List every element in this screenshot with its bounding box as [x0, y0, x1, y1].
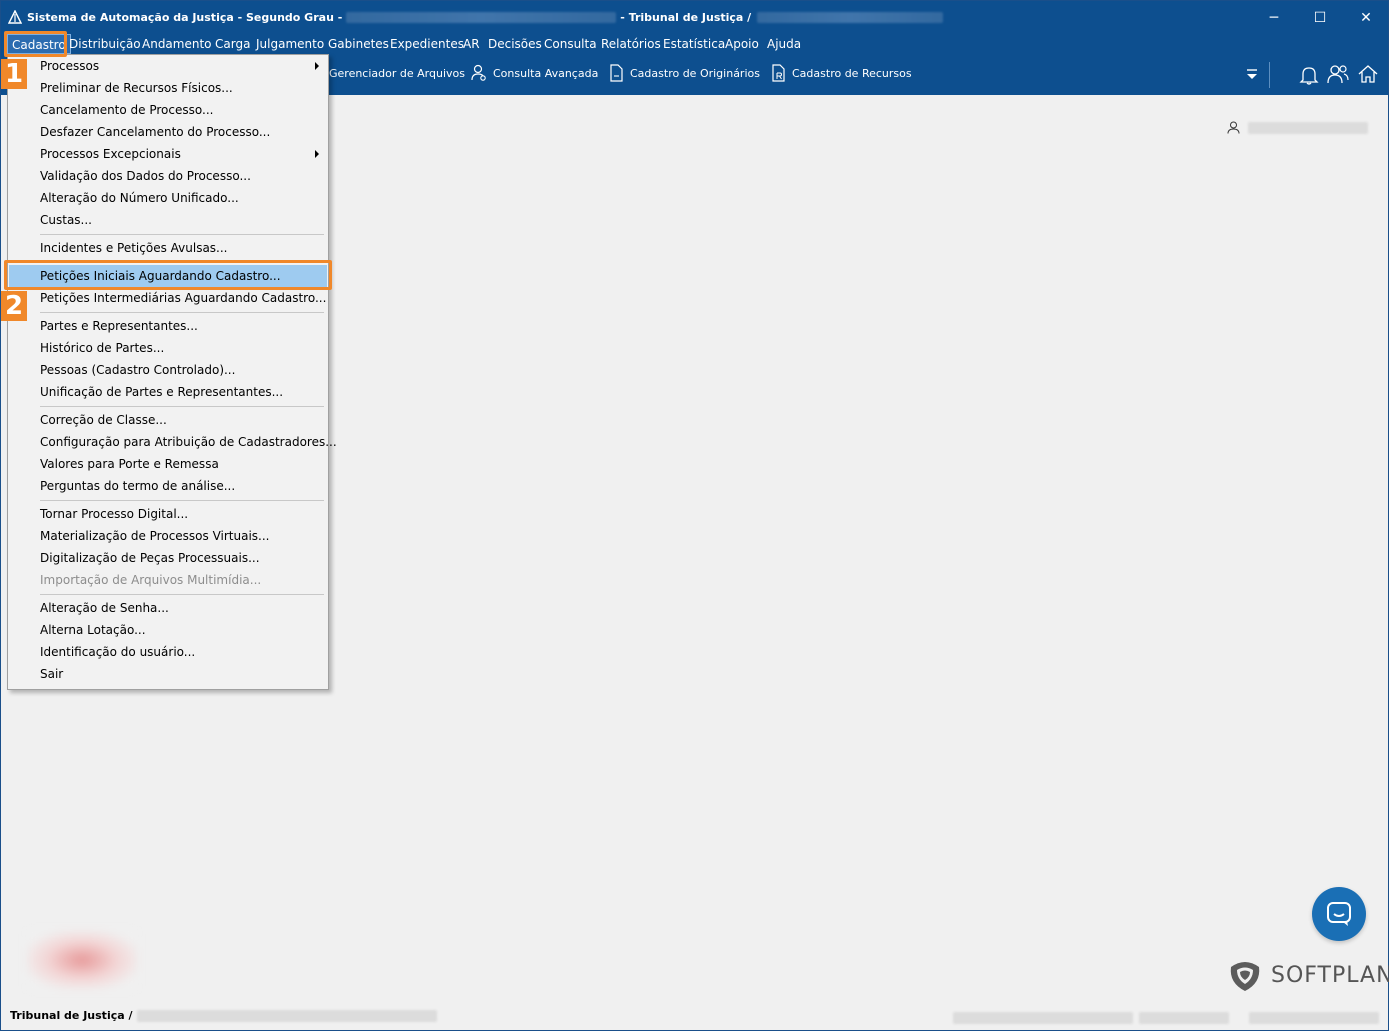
- toolbar-gerenciador-arquivos[interactable]: Gerenciador de Arquivos: [329, 67, 465, 80]
- menu-distribuicao[interactable]: Distribuição: [69, 37, 141, 51]
- toolbar-label: Cadastro de Recursos: [792, 66, 912, 80]
- menu-separator: [40, 234, 324, 235]
- menu-item-partes-representantes[interactable]: Partes e Representantes...: [9, 315, 327, 337]
- window-title-mid: - Tribunal de Justiça /: [620, 11, 752, 24]
- callout-box-1: [4, 31, 67, 57]
- menu-item-tornar-digital[interactable]: Tornar Processo Digital...: [9, 503, 327, 525]
- current-user: [1227, 121, 1368, 134]
- menu-bar: Cadastro Distribuição Andamento Carga Ju…: [1, 34, 1388, 56]
- menu-item-label: Processos Excepcionais: [40, 147, 181, 161]
- status-panel-1: [953, 1012, 1133, 1024]
- chat-button[interactable]: [1312, 887, 1366, 941]
- menu-item-peticoes-intermediarias[interactable]: Petições Intermediárias Aguardando Cadas…: [9, 287, 327, 309]
- menu-item-alterna-lotacao[interactable]: Alterna Lotação...: [9, 619, 327, 641]
- menu-separator: [40, 594, 324, 595]
- menu-ar[interactable]: AR: [463, 37, 480, 51]
- menu-expedientes[interactable]: Expedientes: [390, 37, 464, 51]
- status-bar: Tribunal de Justiça /: [1, 1006, 1388, 1030]
- client-logo: [27, 931, 137, 989]
- menu-decisoes[interactable]: Decisões: [488, 37, 542, 51]
- status-panel-3: [1249, 1012, 1379, 1024]
- redacted-title-end: [757, 12, 944, 23]
- menu-ajuda[interactable]: Ajuda: [767, 37, 801, 51]
- menu-estatistica[interactable]: Estatística: [663, 37, 725, 51]
- menu-item-unificacao-partes[interactable]: Unificação de Partes e Representantes...: [9, 381, 327, 403]
- menu-item-perguntas-termo[interactable]: Perguntas do termo de análise...: [9, 475, 327, 497]
- users-icon[interactable]: [1326, 63, 1350, 85]
- toolbar-divider: [1269, 62, 1270, 88]
- minimize-button[interactable]: ─: [1251, 1, 1297, 34]
- menu-item-materializacao[interactable]: Materialização de Processos Virtuais...: [9, 525, 327, 547]
- softplan-logo: SOFTPLAN: [1227, 957, 1389, 993]
- menu-item-sair[interactable]: Sair: [9, 663, 327, 685]
- submenu-arrow-icon: [315, 150, 319, 158]
- menu-item-label: Processos: [40, 59, 100, 73]
- menu-item-pessoas[interactable]: Pessoas (Cadastro Controlado)...: [9, 359, 327, 381]
- menu-item-alteracao-senha[interactable]: Alteração de Senha...: [9, 597, 327, 619]
- redacted-username: [1248, 121, 1368, 134]
- cadastro-dropdown-menu: Processos Preliminar de Recursos Físicos…: [7, 54, 337, 690]
- document-add-icon: [610, 64, 623, 82]
- document-r-icon: [772, 64, 785, 82]
- menu-separator: [40, 406, 324, 407]
- toolbar-label: Gerenciador de Arquivos: [329, 67, 465, 80]
- redacted-title-part: [346, 12, 617, 23]
- user-icon: [1227, 121, 1240, 134]
- toolbar-label: Cadastro de Originários: [630, 66, 760, 80]
- app-window: Sistema de Automação da Justiça - Segund…: [0, 0, 1389, 1031]
- menu-item-desfazer-cancelamento[interactable]: Desfazer Cancelamento do Processo...: [9, 121, 327, 143]
- status-panel-2: [1139, 1012, 1229, 1024]
- app-logo-icon: [8, 10, 22, 24]
- menu-separator: [40, 500, 324, 501]
- menu-item-digitalizacao[interactable]: Digitalização de Peças Processuais...: [9, 547, 327, 569]
- close-button[interactable]: ✕: [1343, 1, 1389, 34]
- menu-andamento[interactable]: Andamento: [142, 37, 212, 51]
- status-text: Tribunal de Justiça /: [10, 1009, 437, 1022]
- home-icon[interactable]: [1357, 63, 1379, 85]
- toolbar-dropdown-icon[interactable]: [1245, 68, 1259, 82]
- menu-julgamento[interactable]: Julgamento: [256, 37, 324, 51]
- menu-item-correcao-classe[interactable]: Correção de Classe...: [9, 409, 327, 431]
- menu-item-preliminar-recursos[interactable]: Preliminar de Recursos Físicos...: [9, 77, 327, 99]
- menu-separator: [40, 312, 324, 313]
- menu-item-validacao-dados[interactable]: Validação dos Dados do Processo...: [9, 165, 327, 187]
- callout-box-2: [4, 260, 332, 290]
- redacted-status: [136, 1009, 437, 1022]
- toolbar-cadastro-originarios[interactable]: Cadastro de Originários: [608, 64, 760, 82]
- menu-relatorios[interactable]: Relatórios: [601, 37, 661, 51]
- menu-item-valores-porte[interactable]: Valores para Porte e Remessa: [9, 453, 327, 475]
- menu-item-custas[interactable]: Custas...: [9, 209, 327, 231]
- callout-number-1: 1: [1, 59, 27, 89]
- window-title: Sistema de Automação da Justiça - Segund…: [27, 11, 944, 24]
- status-label: Tribunal de Justiça /: [10, 1009, 133, 1022]
- chat-icon: [1327, 902, 1351, 926]
- person-search-icon: [471, 64, 486, 81]
- menu-item-importacao-multimidia: Importação de Arquivos Multimídia...: [40, 573, 262, 587]
- toolbar-label: Consulta Avançada: [493, 66, 599, 80]
- maximize-button[interactable]: ☐: [1297, 1, 1343, 34]
- toolbar-cadastro-recursos[interactable]: Cadastro de Recursos: [770, 64, 912, 82]
- menu-carga[interactable]: Carga: [215, 37, 250, 51]
- menu-item-historico-partes[interactable]: Histórico de Partes...: [9, 337, 327, 359]
- menu-item-processos[interactable]: Processos: [9, 55, 327, 77]
- menu-item-configuracao-cadastradores[interactable]: Configuração para Atribuição de Cadastra…: [9, 431, 337, 453]
- softplan-mark-icon: [1230, 962, 1260, 991]
- bell-icon[interactable]: [1298, 64, 1320, 86]
- window-title-text: Sistema de Automação da Justiça - Segund…: [27, 11, 343, 24]
- softplan-wordmark: SOFTPLAN: [1271, 962, 1389, 988]
- menu-item-incidentes-peticoes[interactable]: Incidentes e Petições Avulsas...: [9, 237, 327, 259]
- menu-item-alteracao-numero[interactable]: Alteração do Número Unificado...: [9, 187, 327, 209]
- menu-consulta[interactable]: Consulta: [544, 37, 597, 51]
- title-bar: Sistema de Automação da Justiça - Segund…: [1, 1, 1388, 34]
- submenu-arrow-icon: [315, 62, 319, 70]
- callout-number-2: 2: [1, 291, 27, 321]
- menu-item-cancelamento-processo[interactable]: Cancelamento de Processo...: [9, 99, 327, 121]
- menu-item-processos-excepcionais[interactable]: Processos Excepcionais: [9, 143, 327, 165]
- menu-item-identificacao-usuario[interactable]: Identificação do usuário...: [9, 641, 327, 663]
- menu-gabinetes[interactable]: Gabinetes: [328, 37, 389, 51]
- toolbar-consulta-avancada[interactable]: Consulta Avançada: [471, 64, 598, 82]
- menu-apoio[interactable]: Apoio: [725, 37, 759, 51]
